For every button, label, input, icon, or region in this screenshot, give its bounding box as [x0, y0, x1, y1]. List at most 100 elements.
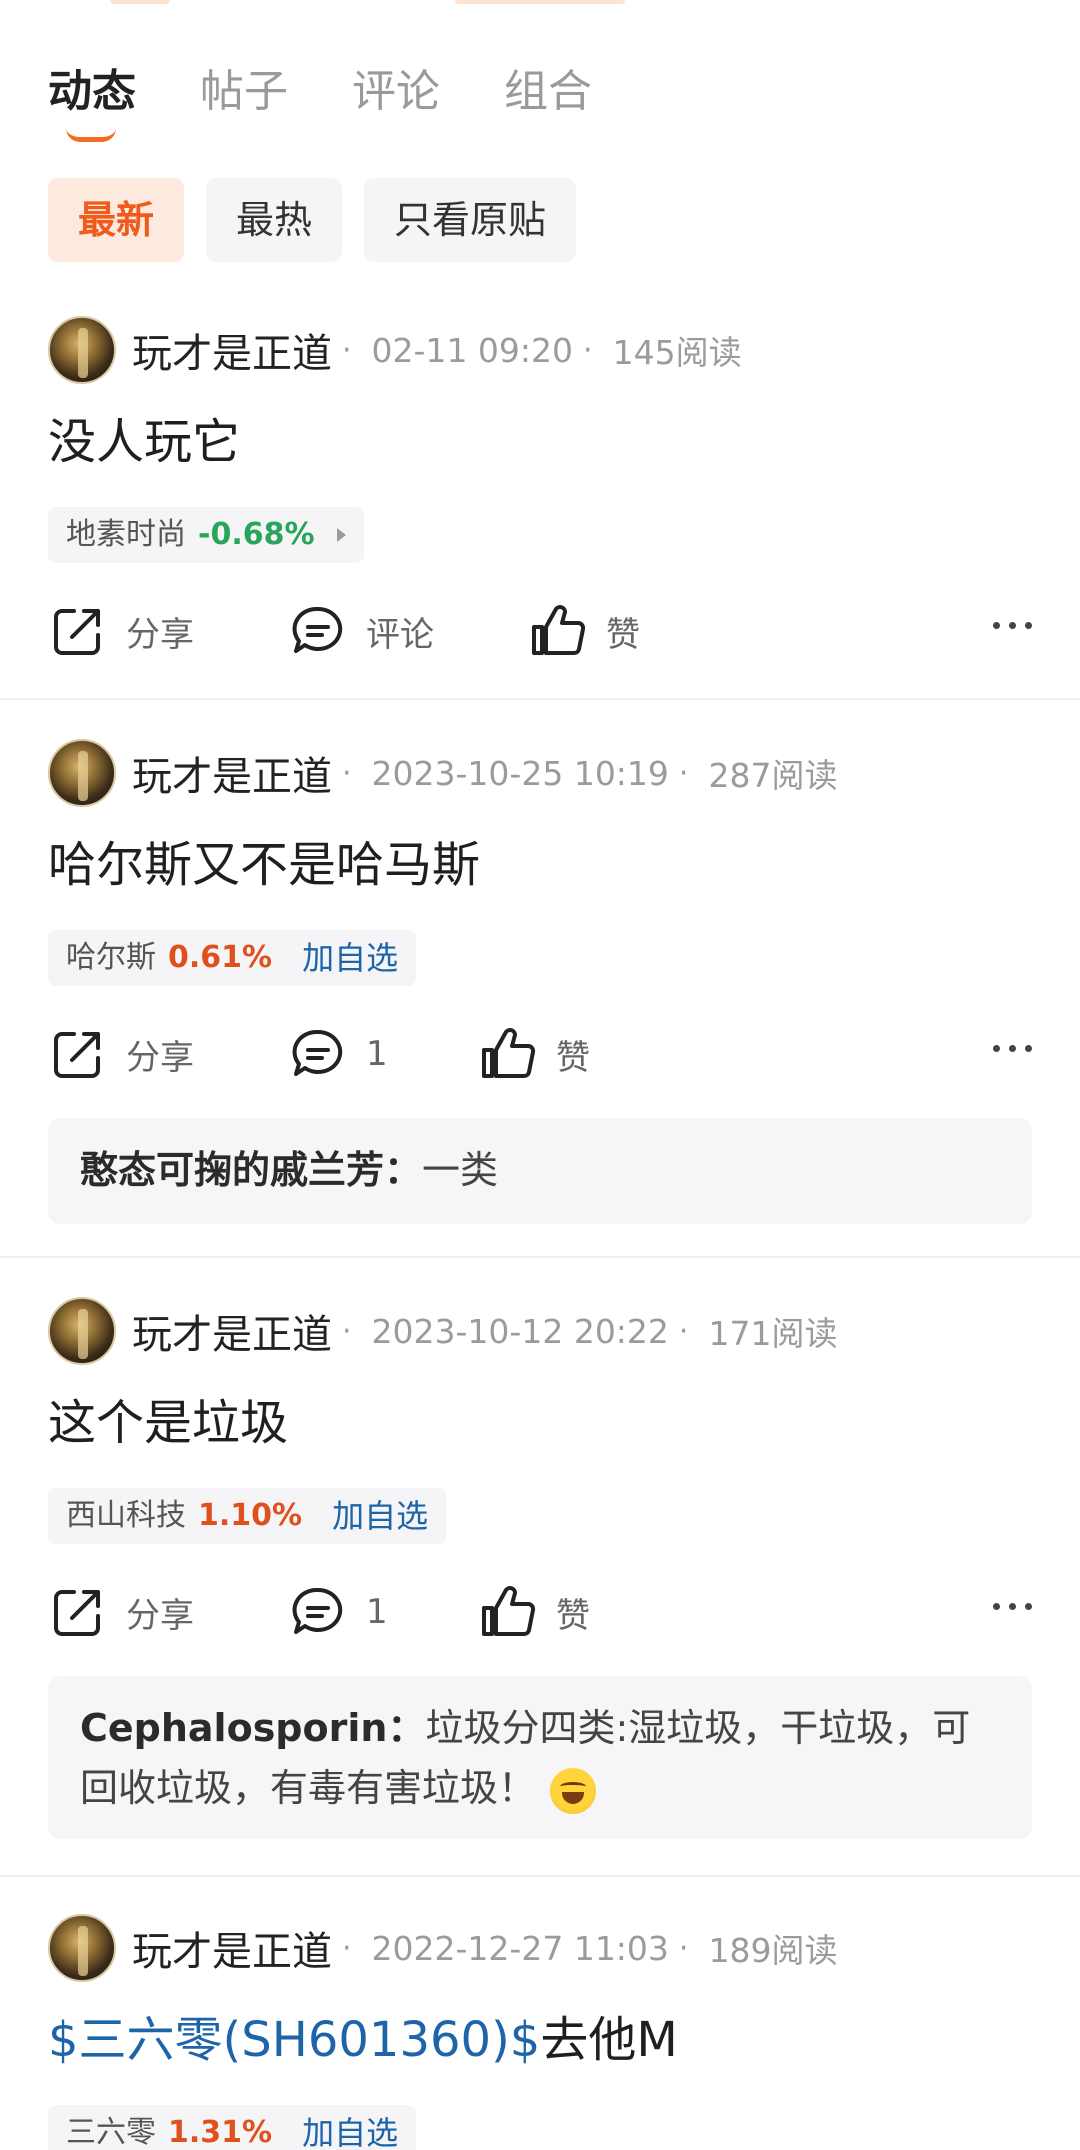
stock-mention-link[interactable]: $三六零(SH601360)$ [48, 2012, 540, 2068]
filter-bar: 最新 最热 只看原贴 [48, 178, 598, 262]
avatar[interactable] [48, 316, 116, 384]
filter-original-only[interactable]: 只看原贴 [364, 178, 577, 262]
post-time: 2022-12-27 11:03 [371, 1928, 669, 1968]
like-button[interactable]: 赞 [478, 1019, 590, 1089]
like-button[interactable]: 赞 [528, 596, 640, 666]
share-label: 分享 [126, 614, 194, 655]
comment-icon [292, 1029, 343, 1076]
stock-name: 西山科技 [66, 1498, 186, 1533]
tab-active-indicator [66, 128, 116, 142]
comment-button[interactable]: 1 [288, 1019, 388, 1089]
separator-dot: · [678, 755, 689, 791]
read-count: 145阅读 [612, 333, 742, 372]
post-text[interactable]: 哈尔斯又不是哈马斯 [48, 833, 480, 897]
share-label: 分享 [126, 1595, 194, 1636]
username[interactable]: 玩才是正道 [132, 1302, 332, 1360]
post-time: 2023-10-12 20:22 [371, 1311, 669, 1351]
thumbs-up-icon [482, 1028, 536, 1078]
post-text[interactable]: 没人玩它 [48, 410, 240, 474]
stock-name: 三六零 [66, 2115, 156, 2150]
post-text-content: 去他M [540, 2012, 678, 2068]
share-button[interactable]: 分享 [48, 1019, 194, 1089]
comment-icon [292, 1587, 343, 1634]
like-label: 赞 [556, 1595, 590, 1636]
post-header: 玩才是正道 · 2023-10-12 20:22 · 171阅读 [48, 1296, 837, 1366]
separator-dot: · [342, 1313, 352, 1349]
filter-latest[interactable]: 最新 [48, 178, 185, 262]
divider [0, 698, 1080, 700]
tab-label: 评论 [352, 66, 440, 117]
read-count: 189阅读 [708, 1931, 838, 1970]
tab-label: 动态 [48, 66, 136, 117]
thumbs-up-icon [482, 1586, 536, 1636]
reply-preview[interactable]: 憨态可掬的戚兰芳：一类 [48, 1118, 1032, 1224]
reply-preview[interactable]: Cephalosporin：垃圾分四类:湿垃圾，干垃圾，可回收垃圾，有毒有害垃圾… [48, 1676, 1032, 1839]
stock-change: 1.10% [198, 1498, 303, 1533]
share-icon [54, 1032, 100, 1078]
stock-tag[interactable]: 地素时尚 -0.68% [48, 507, 364, 563]
stock-name: 地素时尚 [66, 517, 186, 552]
stock-tag[interactable]: 三六零 1.31% 加自选 [48, 2105, 417, 2150]
more-icon[interactable] [993, 1603, 1032, 1610]
username[interactable]: 玩才是正道 [132, 744, 332, 802]
add-watchlist-button[interactable]: 加自选 [302, 2105, 398, 2150]
avatar[interactable] [48, 1914, 116, 1982]
stock-change: -0.68% [198, 517, 315, 552]
laughing-crying-emoji-icon [550, 1767, 597, 1814]
stock-name: 哈尔斯 [66, 940, 156, 975]
comment-button[interactable]: 1 [288, 1577, 388, 1647]
more-icon[interactable] [993, 622, 1032, 629]
tab-dynamic[interactable]: 动态 [48, 62, 136, 142]
tab-portfolio[interactable]: 组合 [504, 62, 592, 122]
reply-text: 一类 [422, 1148, 499, 1192]
share-button[interactable]: 分享 [48, 1577, 194, 1647]
separator-dot: · [342, 1930, 352, 1966]
avatar[interactable] [48, 739, 116, 807]
like-label: 赞 [606, 614, 640, 655]
read-count: 287阅读 [708, 756, 838, 795]
reply-author[interactable]: 憨态可掬的戚兰芳： [80, 1148, 422, 1192]
post-time: 2023-10-25 10:19 [371, 753, 669, 793]
stock-change: 1.31% [168, 2115, 273, 2150]
stock-change: 0.61% [168, 940, 273, 975]
separator-dot: · [342, 332, 352, 368]
stock-tag[interactable]: 西山科技 1.10% 加自选 [48, 1488, 447, 1544]
separator-dot: · [678, 1313, 689, 1349]
comment-count: 1 [366, 1592, 388, 1632]
filter-hot[interactable]: 最热 [206, 178, 343, 262]
post-text[interactable]: 这个是垃圾 [48, 1391, 288, 1455]
header-remnant [110, 0, 170, 4]
thumbs-up-icon [532, 605, 586, 655]
comment-count: 1 [366, 1034, 388, 1074]
share-icon [54, 1590, 100, 1636]
post-header: 玩才是正道 · 2023-10-25 10:19 · 287阅读 [48, 738, 837, 808]
tab-bar: 动态 帖子 评论 组合 [48, 62, 656, 142]
post-header: 玩才是正道 · 2022-12-27 11:03 · 189阅读 [48, 1913, 837, 1983]
divider [0, 1875, 1080, 1877]
post-text[interactable]: $三六零(SH601360)$去他M [48, 2008, 678, 2072]
action-bar: 分享 1 赞 [48, 1019, 1032, 1089]
comment-button[interactable]: 评论 [288, 596, 434, 666]
play-arrow-icon [336, 528, 346, 542]
post-time: 02-11 09:20 [371, 330, 574, 370]
tab-comments[interactable]: 评论 [352, 62, 440, 122]
avatar[interactable] [48, 1297, 116, 1365]
add-watchlist-button[interactable]: 加自选 [302, 930, 398, 986]
comment-icon [292, 606, 343, 653]
more-icon[interactable] [993, 1045, 1032, 1052]
separator-dot: · [342, 755, 352, 791]
share-icon [54, 609, 100, 655]
share-label: 分享 [126, 1037, 194, 1078]
separator-dot: · [583, 332, 593, 368]
tab-label: 帖子 [200, 66, 288, 117]
tab-posts[interactable]: 帖子 [200, 62, 288, 122]
add-watchlist-button[interactable]: 加自选 [332, 1488, 428, 1544]
like-label: 赞 [556, 1037, 590, 1078]
tab-label: 组合 [504, 66, 592, 117]
like-button[interactable]: 赞 [478, 1577, 590, 1647]
share-button[interactable]: 分享 [48, 596, 194, 666]
stock-tag[interactable]: 哈尔斯 0.61% 加自选 [48, 930, 417, 986]
username[interactable]: 玩才是正道 [132, 1919, 332, 1977]
reply-author[interactable]: Cephalosporin： [80, 1706, 425, 1750]
username[interactable]: 玩才是正道 [132, 321, 332, 379]
